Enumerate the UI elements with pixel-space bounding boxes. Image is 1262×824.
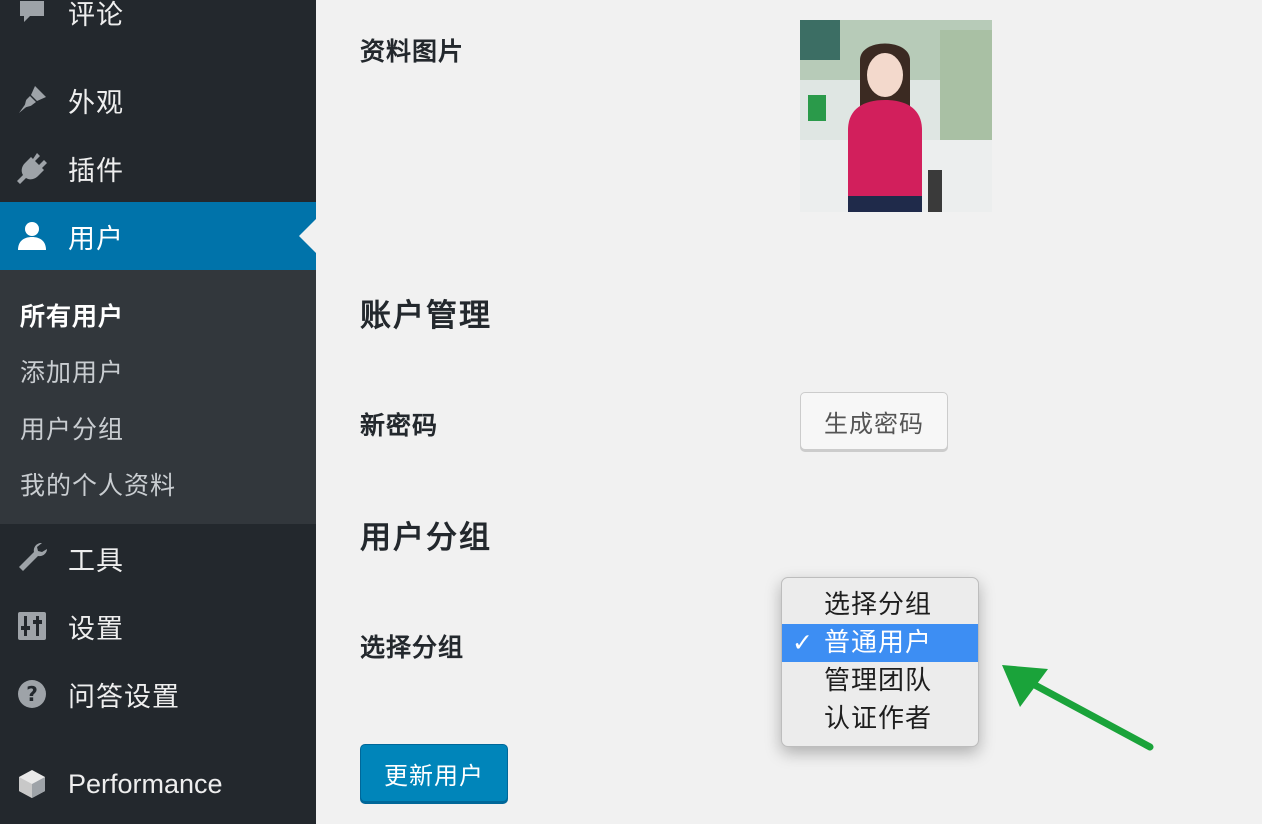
performance-cube-icon	[14, 766, 50, 802]
menu-item-comments[interactable]: 评论	[0, 0, 316, 46]
submenu-item-all-users[interactable]: 所有用户	[20, 297, 124, 333]
comment-icon	[14, 0, 50, 30]
settings-sliders-icon	[14, 608, 50, 644]
menu-item-qa-settings[interactable]: ? 问答设置	[0, 660, 316, 728]
group-select-dropdown[interactable]: 选择分组 ✓ 普通用户 管理团队 认证作者	[781, 577, 979, 747]
menu-item-label: Performance	[68, 768, 223, 799]
menu-item-plugins[interactable]: 插件	[0, 134, 316, 202]
menu-item-label: 用户	[68, 223, 124, 255]
menu-item-users[interactable]: 用户	[0, 202, 316, 270]
menu-item-label: 插件	[68, 155, 124, 187]
paintbrush-icon	[14, 82, 50, 118]
help-icon: ?	[14, 676, 50, 712]
option-label: 管理团队	[824, 666, 933, 696]
menu-item-tools[interactable]: 工具	[0, 524, 316, 592]
group-option[interactable]: 认证作者	[782, 700, 978, 738]
option-label: 认证作者	[824, 704, 933, 734]
svg-text:?: ?	[26, 682, 38, 706]
new-password-label: 新密码	[360, 411, 439, 440]
option-label: 选择分组	[824, 590, 933, 620]
menu-item-label: 外观	[68, 87, 124, 119]
menu-item-label: 问答设置	[68, 681, 180, 713]
user-icon	[14, 218, 50, 254]
checkmark-icon: ✓	[792, 628, 814, 657]
group-option[interactable]: 选择分组	[782, 586, 978, 624]
menu-item-settings[interactable]: 设置	[0, 592, 316, 660]
submenu-item-user-groups[interactable]: 用户分组	[20, 410, 124, 446]
menu-item-label: 设置	[68, 613, 124, 645]
submenu-item-add-user[interactable]: 添加用户	[20, 353, 124, 389]
generate-password-button[interactable]: 生成密码	[800, 392, 948, 450]
menu-item-performance[interactable]: Performance	[0, 750, 316, 818]
option-label: 普通用户	[824, 628, 933, 658]
admin-sidebar: 评论 外观 插件 用户 所有用户 添加用户 用户分组 我的个人资料 工具 设置 …	[0, 0, 316, 824]
profile-picture	[800, 20, 992, 212]
group-option[interactable]: 管理团队	[782, 662, 978, 700]
group-option-selected[interactable]: ✓ 普通用户	[782, 624, 978, 662]
active-indicator	[299, 219, 316, 253]
wrench-icon	[14, 540, 50, 576]
users-submenu: 所有用户 添加用户 用户分组 我的个人资料	[0, 270, 316, 524]
account-management-heading: 账户管理	[360, 298, 492, 334]
menu-item-label: 评论	[68, 0, 124, 31]
plugin-icon	[14, 150, 50, 186]
menu-item-label: 工具	[68, 545, 124, 577]
user-group-heading: 用户分组	[360, 520, 492, 556]
profile-picture-label: 资料图片	[360, 37, 465, 66]
select-group-label: 选择分组	[360, 633, 465, 662]
submenu-item-my-profile[interactable]: 我的个人资料	[20, 466, 176, 502]
menu-item-appearance[interactable]: 外观	[0, 66, 316, 134]
green-arrow-annotation	[1002, 665, 1154, 751]
update-user-button[interactable]: 更新用户	[360, 744, 508, 802]
